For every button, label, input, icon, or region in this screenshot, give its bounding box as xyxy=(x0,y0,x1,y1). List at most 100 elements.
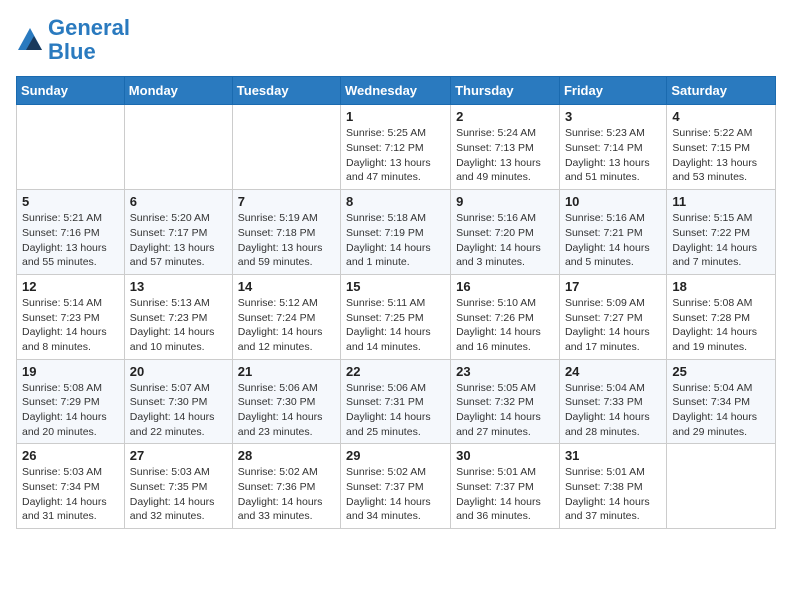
day-info: Sunrise: 5:13 AMSunset: 7:23 PMDaylight:… xyxy=(130,296,227,355)
day-number: 29 xyxy=(346,448,445,463)
day-number: 25 xyxy=(672,364,770,379)
day-number: 5 xyxy=(22,194,119,209)
day-info: Sunrise: 5:07 AMSunset: 7:30 PMDaylight:… xyxy=(130,381,227,440)
calendar-week-row: 5Sunrise: 5:21 AMSunset: 7:16 PMDaylight… xyxy=(17,190,776,275)
calendar-day-cell: 10Sunrise: 5:16 AMSunset: 7:21 PMDayligh… xyxy=(559,190,666,275)
day-number: 4 xyxy=(672,109,770,124)
day-info: Sunrise: 5:09 AMSunset: 7:27 PMDaylight:… xyxy=(565,296,661,355)
day-number: 1 xyxy=(346,109,445,124)
calendar-day-cell: 21Sunrise: 5:06 AMSunset: 7:30 PMDayligh… xyxy=(232,359,340,444)
weekday-header-cell: Monday xyxy=(124,77,232,105)
logo-text: General Blue xyxy=(48,16,130,64)
day-number: 11 xyxy=(672,194,770,209)
day-info: Sunrise: 5:15 AMSunset: 7:22 PMDaylight:… xyxy=(672,211,770,270)
day-info: Sunrise: 5:11 AMSunset: 7:25 PMDaylight:… xyxy=(346,296,445,355)
day-info: Sunrise: 5:05 AMSunset: 7:32 PMDaylight:… xyxy=(456,381,554,440)
day-info: Sunrise: 5:02 AMSunset: 7:36 PMDaylight:… xyxy=(238,465,335,524)
day-info: Sunrise: 5:10 AMSunset: 7:26 PMDaylight:… xyxy=(456,296,554,355)
day-number: 16 xyxy=(456,279,554,294)
calendar-day-cell: 4 Sunrise: 5:22 AMSunset: 7:15 PMDaylight… xyxy=(667,105,776,190)
day-number: 12 xyxy=(22,279,119,294)
calendar-day-cell: 5Sunrise: 5:21 AMSunset: 7:16 PMDaylight… xyxy=(17,190,125,275)
day-number: 30 xyxy=(456,448,554,463)
calendar-day-cell: 6Sunrise: 5:20 AMSunset: 7:17 PMDaylight… xyxy=(124,190,232,275)
logo: General Blue xyxy=(16,16,130,64)
day-info: Sunrise: 5:08 AMSunset: 7:28 PMDaylight:… xyxy=(672,296,770,355)
day-number: 27 xyxy=(130,448,227,463)
day-number: 19 xyxy=(22,364,119,379)
calendar-day-cell: 16 Sunrise: 5:10 AMSunset: 7:26 PMDayligh… xyxy=(451,274,560,359)
calendar-day-cell: 28 Sunrise: 5:02 AMSunset: 7:36 PMDayligh… xyxy=(232,444,340,529)
calendar-week-row: 1 Sunrise: 5:25 AMSunset: 7:12 PMDaylight… xyxy=(17,105,776,190)
day-info: Sunrise: 5:23 AMSunset: 7:14 PMDaylight:… xyxy=(565,126,661,185)
day-number: 24 xyxy=(565,364,661,379)
day-info: Sunrise: 5:03 AMSunset: 7:34 PMDaylight:… xyxy=(22,465,119,524)
day-info: Sunrise: 5:25 AMSunset: 7:12 PMDaylight:… xyxy=(346,126,445,185)
day-info: Sunrise: 5:08 AMSunset: 7:29 PMDaylight:… xyxy=(22,381,119,440)
weekday-header-cell: Friday xyxy=(559,77,666,105)
calendar-day-cell: 26 Sunrise: 5:03 AMSunset: 7:34 PMDayligh… xyxy=(17,444,125,529)
day-info: Sunrise: 5:02 AMSunset: 7:37 PMDaylight:… xyxy=(346,465,445,524)
day-number: 26 xyxy=(22,448,119,463)
day-number: 15 xyxy=(346,279,445,294)
day-number: 2 xyxy=(456,109,554,124)
day-number: 7 xyxy=(238,194,335,209)
weekday-header-row: SundayMondayTuesdayWednesdayThursdayFrid… xyxy=(17,77,776,105)
weekday-header-cell: Wednesday xyxy=(341,77,451,105)
day-info: Sunrise: 5:16 AMSunset: 7:20 PMDaylight:… xyxy=(456,211,554,270)
calendar-day-cell: 24 Sunrise: 5:04 AMSunset: 7:33 PMDayligh… xyxy=(559,359,666,444)
day-info: Sunrise: 5:19 AMSunset: 7:18 PMDaylight:… xyxy=(238,211,335,270)
day-number: 6 xyxy=(130,194,227,209)
calendar-day-cell: 17 Sunrise: 5:09 AMSunset: 7:27 PMDayligh… xyxy=(559,274,666,359)
calendar-day-cell: 3 Sunrise: 5:23 AMSunset: 7:14 PMDaylight… xyxy=(559,105,666,190)
calendar-day-cell: 15 Sunrise: 5:11 AMSunset: 7:25 PMDayligh… xyxy=(341,274,451,359)
day-info: Sunrise: 5:14 AMSunset: 7:23 PMDaylight:… xyxy=(22,296,119,355)
calendar-day-cell xyxy=(124,105,232,190)
logo-icon xyxy=(16,26,44,54)
weekday-header-cell: Tuesday xyxy=(232,77,340,105)
day-number: 13 xyxy=(130,279,227,294)
calendar-day-cell: 13 Sunrise: 5:13 AMSunset: 7:23 PMDayligh… xyxy=(124,274,232,359)
page-header: General Blue xyxy=(16,16,776,64)
calendar-day-cell: 11 Sunrise: 5:15 AMSunset: 7:22 PMDayligh… xyxy=(667,190,776,275)
day-number: 9 xyxy=(456,194,554,209)
day-number: 22 xyxy=(346,364,445,379)
day-info: Sunrise: 5:01 AMSunset: 7:37 PMDaylight:… xyxy=(456,465,554,524)
day-number: 18 xyxy=(672,279,770,294)
calendar-day-cell xyxy=(232,105,340,190)
day-info: Sunrise: 5:04 AMSunset: 7:33 PMDaylight:… xyxy=(565,381,661,440)
day-number: 17 xyxy=(565,279,661,294)
day-number: 10 xyxy=(565,194,661,209)
calendar-day-cell: 9 Sunrise: 5:16 AMSunset: 7:20 PMDaylight… xyxy=(451,190,560,275)
day-number: 28 xyxy=(238,448,335,463)
calendar-day-cell: 12 Sunrise: 5:14 AMSunset: 7:23 PMDayligh… xyxy=(17,274,125,359)
calendar-day-cell: 14Sunrise: 5:12 AMSunset: 7:24 PMDayligh… xyxy=(232,274,340,359)
calendar-day-cell: 18 Sunrise: 5:08 AMSunset: 7:28 PMDayligh… xyxy=(667,274,776,359)
calendar-week-row: 26 Sunrise: 5:03 AMSunset: 7:34 PMDayligh… xyxy=(17,444,776,529)
calendar-day-cell: 23 Sunrise: 5:05 AMSunset: 7:32 PMDayligh… xyxy=(451,359,560,444)
day-info: Sunrise: 5:24 AMSunset: 7:13 PMDaylight:… xyxy=(456,126,554,185)
day-info: Sunrise: 5:04 AMSunset: 7:34 PMDaylight:… xyxy=(672,381,770,440)
day-number: 3 xyxy=(565,109,661,124)
day-info: Sunrise: 5:18 AMSunset: 7:19 PMDaylight:… xyxy=(346,211,445,270)
day-info: Sunrise: 5:22 AMSunset: 7:15 PMDaylight:… xyxy=(672,126,770,185)
weekday-header-cell: Saturday xyxy=(667,77,776,105)
day-info: Sunrise: 5:01 AMSunset: 7:38 PMDaylight:… xyxy=(565,465,661,524)
calendar-day-cell: 20 Sunrise: 5:07 AMSunset: 7:30 PMDayligh… xyxy=(124,359,232,444)
day-number: 14 xyxy=(238,279,335,294)
calendar-day-cell: 27Sunrise: 5:03 AMSunset: 7:35 PMDayligh… xyxy=(124,444,232,529)
calendar-day-cell: 31Sunrise: 5:01 AMSunset: 7:38 PMDayligh… xyxy=(559,444,666,529)
day-number: 20 xyxy=(130,364,227,379)
weekday-header-cell: Sunday xyxy=(17,77,125,105)
day-number: 23 xyxy=(456,364,554,379)
calendar-day-cell: 7 Sunrise: 5:19 AMSunset: 7:18 PMDaylight… xyxy=(232,190,340,275)
calendar-week-row: 12 Sunrise: 5:14 AMSunset: 7:23 PMDayligh… xyxy=(17,274,776,359)
day-number: 8 xyxy=(346,194,445,209)
calendar-day-cell: 19 Sunrise: 5:08 AMSunset: 7:29 PMDayligh… xyxy=(17,359,125,444)
calendar-body: 1 Sunrise: 5:25 AMSunset: 7:12 PMDaylight… xyxy=(17,105,776,529)
calendar-day-cell: 1 Sunrise: 5:25 AMSunset: 7:12 PMDaylight… xyxy=(341,105,451,190)
calendar-day-cell: 30 Sunrise: 5:01 AMSunset: 7:37 PMDayligh… xyxy=(451,444,560,529)
weekday-header-cell: Thursday xyxy=(451,77,560,105)
calendar-week-row: 19 Sunrise: 5:08 AMSunset: 7:29 PMDayligh… xyxy=(17,359,776,444)
calendar-day-cell: 29 Sunrise: 5:02 AMSunset: 7:37 PMDayligh… xyxy=(341,444,451,529)
